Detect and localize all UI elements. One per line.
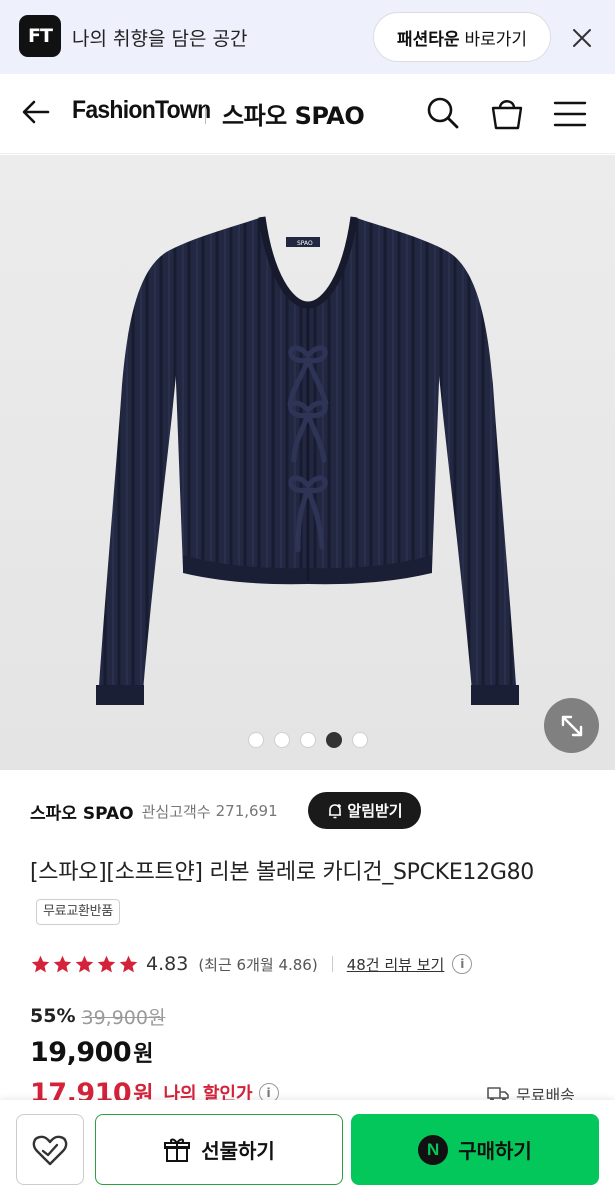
sale-price: 19,900 [30,1037,132,1068]
garment-label: SPAO [297,240,313,247]
site-name[interactable]: FashionTown [72,96,211,125]
star-icon [31,955,50,972]
gallery-pagination [0,732,615,748]
promo-button-light: 바로가기 [464,29,528,50]
top-header: FashionTown 스파오 SPAO [0,74,615,154]
expand-image-button[interactable] [544,698,599,753]
search-icon[interactable] [424,94,462,132]
fashiontown-logo: FT [19,15,61,57]
review-link[interactable]: 48건 리뷰 보기 [347,954,445,975]
product-title: [스파오][소프트얀] 리본 볼레로 카디건_SPCKE12G80 무료교환반품 [30,852,590,936]
info-icon[interactable]: i [452,954,473,974]
fans-label: 관심고객수 [141,802,211,821]
bottom-action-bar: 선물하기 N 구매하기 [0,1100,615,1200]
menu-icon[interactable] [552,96,588,132]
star-icon [119,955,138,972]
heart-check-icon [32,1135,68,1165]
star-icon [97,955,116,972]
product-photo: SPAO [96,216,519,705]
buy-button[interactable]: N 구매하기 [351,1114,599,1185]
sale-price-unit: 원 [133,1042,154,1067]
close-icon[interactable] [566,22,598,54]
fans-count: 271,691 [215,802,278,820]
gallery-dot[interactable] [351,732,368,748]
expand-icon [561,715,582,736]
star-icon [53,955,72,972]
gift-label: 선물하기 [201,1139,275,1163]
notification-label: 알림받기 [347,802,403,820]
rating-row: 4.83 (최근 6개월 4.86) 48건 리뷰 보기 i [30,950,473,978]
star-rating [30,954,139,975]
back-arrow-icon[interactable] [18,94,54,130]
product-image-gallery[interactable]: SPAO [0,155,615,770]
promo-banner: FT 나의 취향을 담은 공간 패션타운 바로가기 [0,0,615,74]
notification-button[interactable]: 알림받기 [308,792,421,829]
go-fashiontown-button[interactable]: 패션타운 바로가기 [373,12,551,62]
promo-button-bold: 패션타운 [396,29,460,50]
gallery-dot[interactable] [273,732,290,748]
brand-row: 스파오 SPAO 관심고객수 271,691 [30,792,278,830]
free-exchange-badge: 무료교환반품 [36,899,120,925]
shopping-bag-icon[interactable] [488,94,526,132]
rating-divider [331,956,333,972]
sale-price-row: 19,900 원 [30,1036,153,1074]
brand-name[interactable]: 스파오 SPAO [30,799,134,824]
gallery-dot[interactable] [325,732,342,748]
gallery-dot[interactable] [247,732,264,748]
bell-plus-icon [329,803,342,818]
promo-message: 나의 취향을 담은 공간 [72,28,248,50]
naver-pay-logo: N [418,1134,449,1165]
discount-row: 55% 39,900원 [30,1003,165,1029]
star-icon [75,955,94,972]
rating-score: 4.83 [146,953,189,975]
product-title-text: [스파오][소프트얀] 리본 볼레로 카디건_SPCKE12G80 [30,860,534,885]
header-divider [205,106,206,124]
gallery-dot[interactable] [299,732,316,748]
buy-label: 구매하기 [458,1139,532,1163]
gift-icon [164,1138,191,1162]
recent-rating: (최근 6개월 4.86) [198,955,318,974]
discount-rate: 55% [30,1005,76,1027]
original-price: 39,900원 [81,1006,166,1029]
gift-button[interactable]: 선물하기 [95,1114,343,1185]
store-name[interactable]: 스파오 SPAO [222,96,365,131]
wishlist-button[interactable] [16,1114,84,1185]
